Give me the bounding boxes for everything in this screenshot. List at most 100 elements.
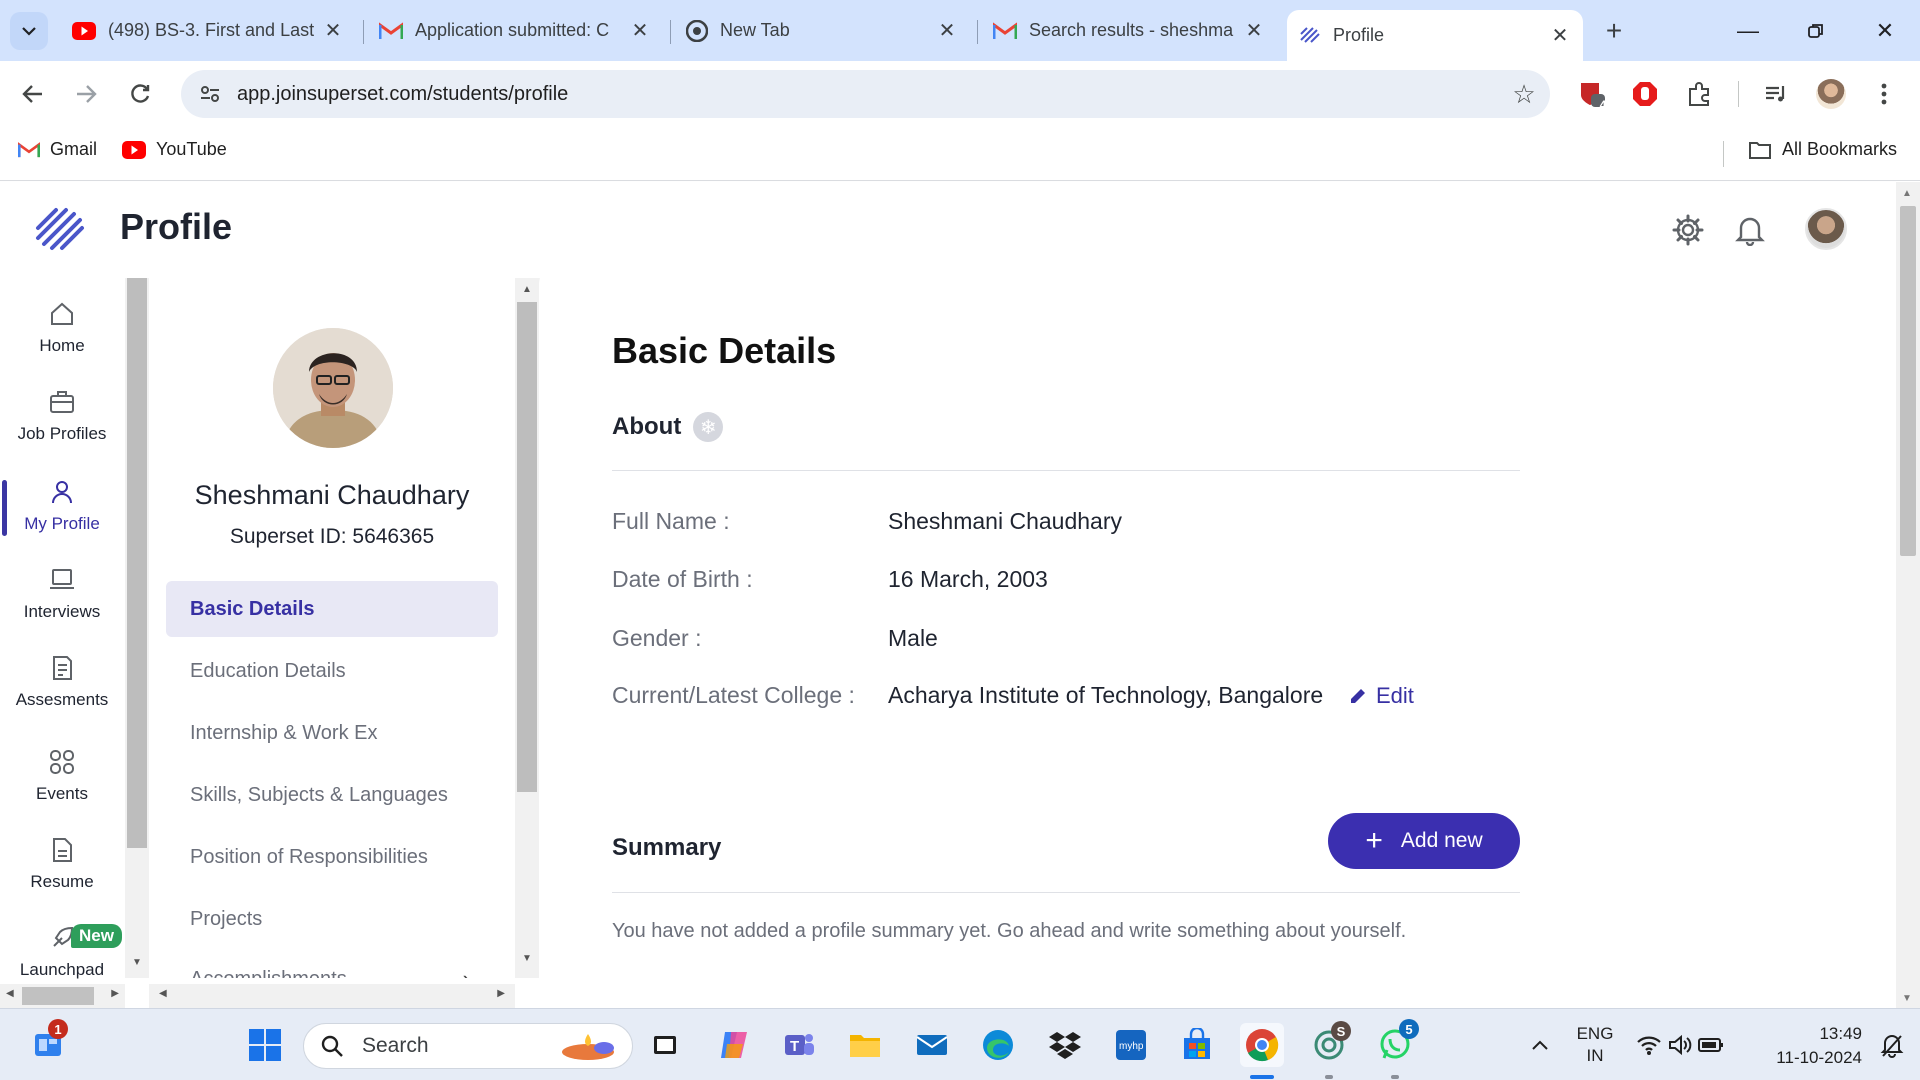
language-indicator[interactable]: ENG IN [1572,1023,1618,1067]
media-control-button[interactable] [1757,75,1795,113]
scroll-up-arrow-icon[interactable]: ▲ [522,284,532,295]
adblock-extension-button[interactable] [1626,75,1664,113]
detail-value-college: Acharya Institute of Technology, Bangalo… [888,682,1324,708]
copilot-button[interactable] [712,1023,756,1067]
superset-logo-icon[interactable] [34,206,86,254]
mail-button[interactable] [910,1023,954,1067]
all-bookmarks-button[interactable]: All Bookmarks [1748,139,1897,160]
widgets-button[interactable]: 1 [26,1019,70,1067]
leftnav-scrollbar[interactable]: ▼ [125,278,149,978]
start-button[interactable] [243,1023,287,1067]
scroll-left-arrow-icon[interactable]: ◀ [6,988,14,999]
tab-profile[interactable]: Profile ✕ [1287,10,1583,61]
close-icon[interactable]: ✕ [629,20,651,42]
section-skills-subjects-languages[interactable]: Skills, Subjects & Languages [166,767,498,823]
task-view-button[interactable] [643,1023,687,1067]
tab-youtube[interactable]: (498) BS-3. First and Last ✕ [60,10,356,51]
nav-item-assesments[interactable]: Assesments [0,654,124,710]
whatsapp-button[interactable]: 5 [1373,1019,1419,1067]
scroll-right-arrow-icon[interactable]: ▶ [111,988,119,999]
chrome-taskbar-button[interactable] [1240,1023,1284,1067]
quick-settings-button[interactable] [1630,1023,1730,1067]
scroll-down-arrow-icon[interactable]: ▼ [1902,993,1912,1004]
section-internship-work-ex[interactable]: Internship & Work Ex [166,705,498,761]
store-button[interactable] [1175,1023,1219,1067]
nav-item-events[interactable]: Events [0,748,124,804]
close-icon[interactable]: ✕ [1243,20,1265,42]
tab-search-results[interactable]: Search results - sheshma ✕ [981,10,1277,51]
leftnav-hscrollbar[interactable]: ◀ ▶ [0,984,125,1008]
teams-button[interactable]: T [777,1023,821,1067]
show-hidden-icons-button[interactable] [1518,1023,1562,1067]
chevron-right-icon: › [463,966,470,978]
notifications-button[interactable] [1728,208,1772,252]
back-button[interactable] [14,75,52,113]
scroll-down-arrow-icon[interactable]: ▼ [132,957,142,968]
section-position-of-responsibilities[interactable]: Position of Responsibilities [166,829,498,885]
forward-button[interactable] [67,75,105,113]
restore-button[interactable] [1799,14,1833,48]
laptop-icon [50,569,74,589]
scrollbar-thumb[interactable] [127,278,147,848]
bookmark-youtube[interactable]: YouTube [122,139,227,160]
new-tab-button[interactable]: + [1597,14,1631,48]
bookmark-star-icon[interactable]: ☆ [1504,74,1544,114]
chrome-menu-button[interactable] [1865,75,1903,113]
svg-text:T: T [790,1038,799,1055]
close-icon[interactable]: ✕ [322,20,344,42]
user-avatar[interactable] [1805,208,1847,250]
nav-item-interviews[interactable]: Interviews [0,566,124,622]
scroll-left-arrow-icon[interactable]: ◀ [159,988,167,999]
nav-item-home[interactable]: Home [0,300,124,356]
nav-item-my-profile[interactable]: My Profile [0,478,124,534]
taskbar-search[interactable]: Search [303,1023,633,1069]
windows-logo-icon [249,1029,281,1061]
page-scrollbar[interactable]: ▲ ▼ [1896,182,1920,1008]
profile-pane-scrollbar[interactable]: ▲ ▼ [515,278,539,978]
profile-photo[interactable] [273,328,393,448]
tab-new-tab[interactable]: New Tab ✕ [674,10,970,51]
gmail-icon [993,21,1017,39]
section-education-details[interactable]: Education Details [166,643,498,699]
section-basic-details[interactable]: Basic Details [166,581,498,637]
edge-button[interactable] [976,1023,1020,1067]
reload-button[interactable] [121,75,159,113]
profile-pane-hscrollbar[interactable]: ◀ ▶ [149,984,515,1008]
scrollbar-thumb[interactable] [22,987,94,1005]
close-window-button[interactable]: ✕ [1868,14,1902,48]
clock[interactable]: 13:49 11-10-2024 [1752,1022,1862,1070]
myhp-button[interactable]: myhp [1109,1023,1153,1067]
edit-college-link[interactable]: Edit [1348,683,1414,709]
bookmark-gmail[interactable]: Gmail [18,139,97,160]
site-info-icon[interactable] [195,79,225,109]
close-icon[interactable]: ✕ [1549,25,1571,47]
close-icon[interactable]: ✕ [936,20,958,42]
scrollbar-thumb[interactable] [517,302,537,792]
extensions-button[interactable] [1680,75,1718,113]
snowflake-icon[interactable]: ❄ [693,412,724,442]
tab-search-button[interactable] [10,12,48,50]
tab-separator [670,20,671,44]
minimize-button[interactable]: — [1731,14,1765,48]
url-text[interactable]: app.joinsuperset.com/students/profile [237,83,1504,106]
extension-shield-button[interactable]: 4 [1573,75,1611,113]
file-explorer-button[interactable] [843,1023,887,1067]
scroll-down-arrow-icon[interactable]: ▼ [522,953,532,964]
nav-label: Events [36,784,88,803]
scroll-right-arrow-icon[interactable]: ▶ [497,988,505,999]
scrollbar-thumb[interactable] [1900,206,1916,556]
add-summary-button[interactable]: + Add new [1328,813,1520,869]
notification-center-button[interactable] [1870,1023,1914,1067]
scroll-up-arrow-icon[interactable]: ▲ [1902,188,1912,199]
address-bar[interactable]: app.joinsuperset.com/students/profile ☆ [181,70,1550,118]
settings-button[interactable] [1666,208,1710,252]
nav-item-job-profiles[interactable]: Job Profiles [0,388,124,444]
tab-application-submitted[interactable]: Application submitted: C ✕ [367,10,663,51]
section-projects[interactable]: Projects [166,891,498,947]
home-icon [51,302,73,325]
nav-item-resume[interactable]: Resume [0,836,124,892]
dropbox-button[interactable] [1043,1023,1087,1067]
section-accomplishments[interactable]: Accomplishments › [166,951,498,978]
profile-avatar-button[interactable] [1812,75,1850,113]
chatgpt-button[interactable]: S [1307,1021,1351,1067]
